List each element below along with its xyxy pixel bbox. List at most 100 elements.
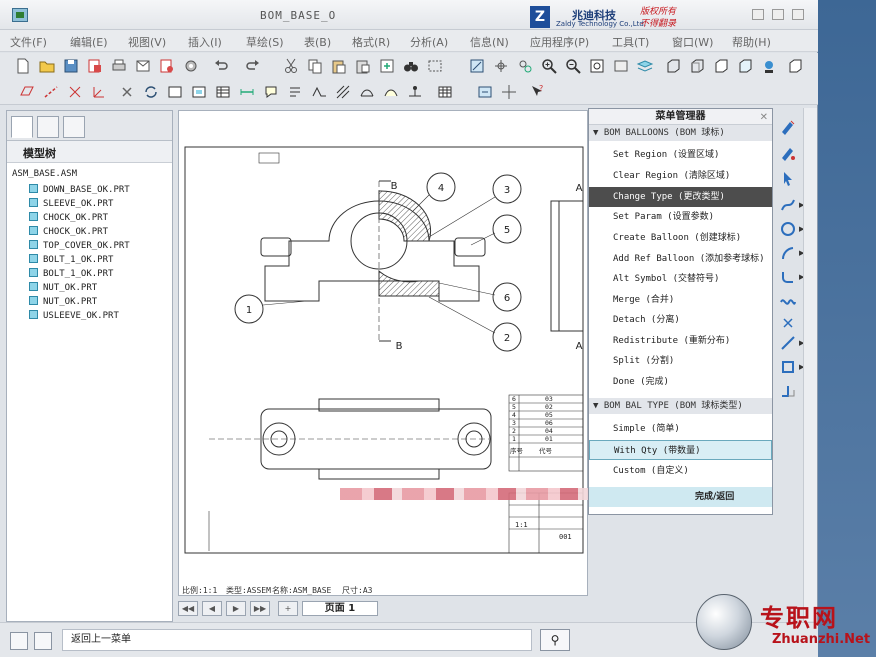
menu-item-alt-symbol[interactable]: Alt Symbol (交替符号)	[589, 269, 772, 289]
menu-item-simple[interactable]: Simple (简单)	[589, 419, 772, 439]
table-insert-icon[interactable]	[436, 83, 454, 101]
export-icon[interactable]	[158, 57, 176, 75]
print-icon[interactable]	[110, 57, 128, 75]
menu-info[interactable]: 信息(N)	[470, 34, 509, 50]
tree-item[interactable]: TOP_COVER_OK.PRT	[29, 239, 130, 253]
menu-item-split[interactable]: Split (分割)	[589, 351, 772, 371]
menu-format[interactable]: 格式(R)	[352, 34, 390, 50]
move-icon[interactable]	[500, 83, 518, 101]
menu-item-done[interactable]: Done (完成)	[589, 372, 772, 392]
new-file-icon[interactable]	[14, 57, 32, 75]
find-binoculars-icon[interactable]	[402, 57, 420, 75]
tree-root-assembly[interactable]: ASM_BASE.ASM	[12, 169, 77, 179]
search-binoculars-icon[interactable]: ⚲	[540, 629, 570, 651]
prev-page-button[interactable]: ◀	[202, 601, 222, 616]
arc-icon[interactable]	[779, 244, 797, 262]
zoom-in-icon[interactable]	[540, 57, 558, 75]
note-icon[interactable]	[286, 83, 304, 101]
show-annotations-icon[interactable]	[262, 83, 280, 101]
menu-sketch[interactable]: 草绘(S)	[246, 34, 284, 50]
tree-item[interactable]: SLEEVE_OK.PRT	[29, 197, 113, 211]
hatch-icon[interactable]	[334, 83, 352, 101]
appearance-icon[interactable]	[760, 57, 778, 75]
line-icon[interactable]	[779, 334, 797, 352]
offset-icon[interactable]	[779, 382, 797, 400]
menu-analysis[interactable]: 分析(A)	[410, 34, 448, 50]
model-tree-tab[interactable]	[11, 116, 33, 138]
menu-item-set-param[interactable]: Set Param (设置参数)	[589, 207, 772, 227]
datum-point-icon[interactable]	[66, 83, 84, 101]
menu-applications[interactable]: 应用程序(P)	[530, 34, 589, 50]
surface-finish-icon[interactable]	[310, 83, 328, 101]
table-icon[interactable]	[214, 83, 232, 101]
cut-icon[interactable]	[282, 57, 300, 75]
circle-icon[interactable]	[779, 220, 797, 238]
zoom-out-icon[interactable]	[564, 57, 582, 75]
point-icon[interactable]	[779, 314, 797, 332]
maximize-button[interactable]	[772, 9, 784, 20]
tree-item[interactable]: USLEEVE_OK.PRT	[29, 309, 119, 323]
datum-display-icon[interactable]	[786, 57, 804, 75]
regenerate-icon[interactable]	[378, 57, 396, 75]
tree-item[interactable]: CHOCK_OK.PRT	[29, 225, 108, 239]
tree-item[interactable]: NUT_OK.PRT	[29, 281, 97, 295]
done-return-button[interactable]: 完成/返回	[589, 487, 772, 507]
menu-window[interactable]: 窗口(W)	[672, 34, 713, 50]
geometric-tolerance-icon[interactable]	[382, 83, 400, 101]
undo-icon[interactable]	[212, 57, 230, 75]
coord-sys-icon[interactable]	[90, 83, 108, 101]
add-page-button[interactable]: +	[278, 601, 298, 616]
select-box-icon[interactable]	[426, 57, 444, 75]
menu-item-create-balloon[interactable]: Create Balloon (创建球标)	[589, 228, 772, 248]
tree-item[interactable]: BOLT_1_OK.PRT	[29, 253, 113, 267]
menu-item-add-ref-balloon[interactable]: Add Ref Balloon (添加参考球标)	[589, 249, 772, 269]
switch-view-icon[interactable]	[476, 83, 494, 101]
redo-icon[interactable]	[244, 57, 262, 75]
select-arrow-icon[interactable]	[779, 170, 797, 188]
tree-item[interactable]: BOLT_1_OK.PRT	[29, 267, 113, 281]
no-hidden-icon[interactable]	[712, 57, 730, 75]
navigator-toggle-icon[interactable]	[10, 632, 28, 650]
wireframe-icon[interactable]	[664, 57, 682, 75]
fillet-icon[interactable]	[779, 268, 797, 286]
copy-icon[interactable]	[306, 57, 324, 75]
spin-center-icon[interactable]	[492, 57, 510, 75]
tree-item[interactable]: DOWN_BASE_OK.PRT	[29, 183, 130, 197]
update-icon[interactable]	[142, 83, 160, 101]
context-help-icon[interactable]: ?	[528, 83, 546, 101]
next-page-button[interactable]: ▶	[226, 601, 246, 616]
curve-icon[interactable]	[779, 292, 797, 310]
layers-icon[interactable]	[636, 57, 654, 75]
close-window-button[interactable]	[792, 9, 804, 20]
repaint-icon[interactable]	[468, 57, 486, 75]
save-copy-icon[interactable]	[86, 57, 104, 75]
first-page-button[interactable]: ◀◀	[178, 601, 198, 616]
vertical-scrollbar[interactable]	[803, 108, 817, 621]
folder-browser-tab[interactable]	[37, 116, 59, 138]
refit-icon[interactable]	[588, 57, 606, 75]
hidden-line-icon[interactable]	[688, 57, 706, 75]
menu-item-clear-region[interactable]: Clear Region (清除区域)	[589, 166, 772, 186]
drawing-view-icon[interactable]	[190, 83, 208, 101]
symbol-icon[interactable]	[358, 83, 376, 101]
paste-icon[interactable]	[330, 57, 348, 75]
menu-table[interactable]: 表(B)	[304, 34, 331, 50]
view-manager-icon[interactable]	[612, 57, 630, 75]
menu-item-merge[interactable]: Merge (合并)	[589, 290, 772, 310]
open-folder-icon[interactable]	[38, 57, 56, 75]
settings-icon[interactable]	[182, 57, 200, 75]
menu-insert[interactable]: 插入(I)	[188, 34, 222, 50]
save-icon[interactable]	[62, 57, 80, 75]
menu-help[interactable]: 帮助(H)	[732, 34, 771, 50]
shading-icon[interactable]	[736, 57, 754, 75]
delete-icon[interactable]	[118, 83, 136, 101]
datum-axis-icon[interactable]	[42, 83, 60, 101]
sheet-icon[interactable]	[166, 83, 184, 101]
section-bom-balloons[interactable]: ▼ BOM BALLOONS (BOM 球标)	[589, 125, 772, 141]
sketch-edit-icon[interactable]	[779, 144, 797, 162]
spline-icon[interactable]	[779, 196, 797, 214]
rectangle-icon[interactable]	[779, 358, 797, 376]
menu-tools[interactable]: 工具(T)	[612, 34, 649, 50]
menu-item-with-qty[interactable]: With Qty (带数量)	[589, 440, 772, 460]
orient-icon[interactable]	[516, 57, 534, 75]
